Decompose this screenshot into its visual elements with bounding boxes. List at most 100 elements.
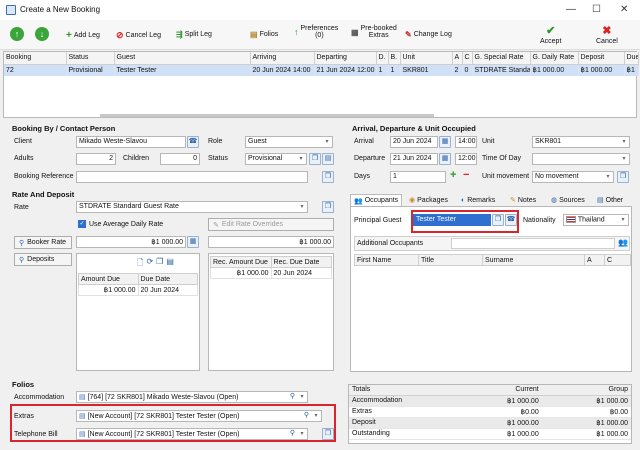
grid-header[interactable]: Unit xyxy=(400,52,453,65)
time-of-day-select[interactable]: ▾ xyxy=(532,153,630,165)
grid-header[interactable]: Deposit xyxy=(578,52,625,65)
accept-button[interactable]: ✔ Accept xyxy=(540,24,561,45)
unit-select[interactable]: SKR801 ▾ xyxy=(532,136,630,148)
calculator-icon[interactable]: ▦ xyxy=(187,236,199,248)
grid-header[interactable]: D. xyxy=(376,52,389,65)
adults-field[interactable]: 2 xyxy=(76,153,116,165)
minimize-button[interactable]: — xyxy=(566,4,576,15)
title-bar: Create a New Booking — ☐ ✕ xyxy=(0,0,640,20)
grid-header[interactable]: Due xyxy=(624,52,639,65)
extras-folio-select[interactable]: ▤ [New Account] [72 SKR801] Tester Teste… xyxy=(76,410,322,422)
grid-header[interactable]: G. Daily Rate xyxy=(530,52,579,65)
calendar-icon[interactable]: ▦ xyxy=(439,136,451,148)
edit-rate-overrides-button[interactable]: ✎ Edit Rate Overrides xyxy=(208,218,334,231)
booking-reference-field[interactable] xyxy=(76,171,308,183)
grid-header[interactable]: First Name xyxy=(354,254,419,266)
children-field[interactable]: 0 xyxy=(160,153,200,165)
grid-header[interactable]: G. Special Rate xyxy=(472,52,531,65)
grid-horizontal-scrollbar[interactable] xyxy=(100,114,434,117)
grid-header[interactable]: Departing xyxy=(314,52,377,65)
grid-header[interactable]: C xyxy=(462,52,473,65)
rate-amount-field[interactable]: ฿1 000.00 xyxy=(208,236,334,248)
new-document-icon[interactable]: 🗋 xyxy=(137,257,143,271)
telephone-copy-icon[interactable]: ❐ xyxy=(322,428,334,440)
tab-occupants[interactable]: 👥 Occupants xyxy=(350,194,403,206)
search-icon[interactable]: ⚲ xyxy=(304,411,309,419)
cancel-label: Cancel xyxy=(596,38,618,45)
arrival-date-field[interactable]: 20 Jun 2024 xyxy=(390,136,438,148)
guest-copy-icon[interactable]: ❐ xyxy=(492,214,504,226)
grid-header[interactable]: Surname xyxy=(482,254,585,266)
cancel-button[interactable]: ✖ Cancel xyxy=(596,24,618,45)
prebooked-extras-button[interactable]: ▦ Pre-booked Extras xyxy=(351,25,397,39)
copy-icon[interactable]: ❐ xyxy=(156,257,163,271)
preferences-button[interactable]: ↑ Preferences (0) xyxy=(294,25,338,39)
cancel-leg-button[interactable]: ⊘ Cancel Leg xyxy=(116,30,161,41)
departure-date-field[interactable]: 21 Jun 2024 xyxy=(390,153,438,165)
reference-copy-icon[interactable]: ❐ xyxy=(322,171,334,183)
departure-time-field[interactable]: 12:00 xyxy=(455,153,477,165)
grid-header[interactable]: B. xyxy=(388,52,401,65)
nav-up-button[interactable]: ↑ xyxy=(10,27,24,41)
grid-header[interactable]: Title xyxy=(418,254,483,266)
tab-notes[interactable]: ✎ Notes xyxy=(507,194,539,206)
tab-remarks[interactable]: ◐ Remarks xyxy=(458,194,498,206)
grid-header[interactable]: Booking xyxy=(4,52,67,65)
add-day-icon[interactable]: + xyxy=(450,169,456,181)
accommodation-folio-select[interactable]: ▤ [764] [72 SKR801] Mikado Weste-Slavou … xyxy=(76,391,308,403)
booker-rate-field[interactable]: ฿1 000.00 xyxy=(76,236,186,248)
grid-header[interactable]: Arriving xyxy=(250,52,315,65)
telephone-folio-select[interactable]: ▤ [New Account] [72 SKR801] Tester Teste… xyxy=(76,428,308,440)
search-icon: ⚲ xyxy=(19,239,25,247)
status-select[interactable]: Provisional ▾ xyxy=(245,153,307,165)
maximize-button[interactable]: ☐ xyxy=(592,4,601,15)
table-row[interactable]: ฿1 000.00 20 Jun 2024 xyxy=(210,267,332,279)
add-occupant-icon[interactable]: 👥 xyxy=(618,238,628,247)
nationality-select[interactable]: Thailand ▾ xyxy=(563,214,629,226)
search-icon[interactable]: ⚲ xyxy=(290,392,295,400)
grid-header[interactable]: Guest xyxy=(114,52,251,65)
grid-cell: ฿1 000.00 xyxy=(530,64,579,76)
rate-select[interactable]: STDRATE Standard Guest Rate ▾ xyxy=(76,201,308,213)
search-icon[interactable]: ⚲ xyxy=(290,429,295,437)
table-row[interactable]: 72 Provisional Tester Tester 20 Jun 2024… xyxy=(4,64,639,76)
status-copy-icon[interactable]: ❐ xyxy=(309,153,321,165)
grid-header[interactable]: Status xyxy=(66,52,115,65)
remove-day-icon[interactable]: − xyxy=(463,169,469,181)
client-lookup-icon[interactable]: ☎ xyxy=(187,136,199,148)
close-button[interactable]: ✕ xyxy=(620,4,628,15)
calendar-icon[interactable]: ▦ xyxy=(439,153,451,165)
client-field[interactable]: Mikado Weste-Slavou xyxy=(76,136,186,148)
change-log-button[interactable]: ✎ Change Log xyxy=(405,30,452,39)
unit-movement-select[interactable]: No movement ▾ xyxy=(532,171,614,183)
arrival-time-field[interactable]: 14:00 xyxy=(455,136,477,148)
status-paste-icon[interactable]: ▤ xyxy=(322,153,334,165)
split-leg-button[interactable]: ⇶ Split Leg xyxy=(176,30,212,39)
use-average-rate-checkbox[interactable]: ✓ Use Average Daily Rate xyxy=(78,220,163,228)
tab-sources[interactable]: ◍ Sources xyxy=(548,194,588,206)
nav-down-button[interactable]: ↓ xyxy=(35,27,49,41)
grid-header[interactable]: Amount Due xyxy=(78,273,139,285)
grid-header[interactable]: A xyxy=(452,52,463,65)
movement-copy-icon[interactable]: ❐ xyxy=(617,171,629,183)
deposits-button[interactable]: ⚲ Deposits xyxy=(14,253,72,266)
folios-button[interactable]: ▤ Folios xyxy=(250,30,278,39)
grid-header[interactable]: A xyxy=(584,254,605,266)
refresh-icon[interactable]: ⟳ xyxy=(146,257,153,271)
booker-rate-button[interactable]: ⚲ Booker Rate xyxy=(14,236,72,249)
grid-header[interactable]: Due Date xyxy=(137,273,198,285)
grid-header[interactable]: Rec. Due Date xyxy=(270,256,332,268)
tab-other[interactable]: ▤ Other xyxy=(594,194,626,206)
grid-header[interactable]: Rec. Amount Due xyxy=(210,256,272,268)
add-leg-button[interactable]: + Add Leg xyxy=(66,30,100,41)
additional-occupant-search[interactable] xyxy=(451,238,615,249)
guest-lookup-icon[interactable]: ☎ xyxy=(505,214,517,226)
tab-packages[interactable]: ◉ Packages xyxy=(406,194,451,206)
days-field[interactable]: 1 xyxy=(390,171,446,183)
table-row[interactable]: ฿1 000.00 20 Jun 2024 xyxy=(78,284,198,296)
principal-guest-field[interactable]: Tester Tester xyxy=(413,214,491,226)
role-select[interactable]: Guest ▾ xyxy=(245,136,333,148)
grid-header[interactable]: C xyxy=(604,254,631,266)
rate-copy-icon[interactable]: ❐ xyxy=(322,201,334,213)
paste-icon[interactable]: ▤ xyxy=(166,257,174,271)
